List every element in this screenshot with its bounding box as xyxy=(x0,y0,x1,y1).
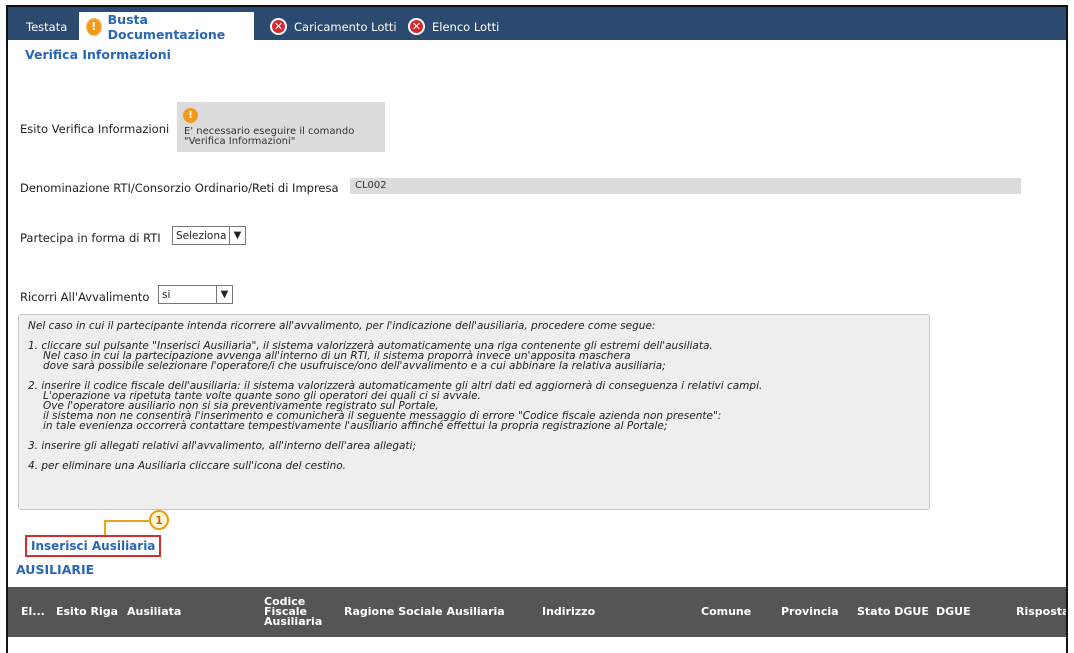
instruction-step-4: 4. per eliminare una Ausiliaria cliccare… xyxy=(28,460,920,472)
callout-badge: 1 xyxy=(149,510,169,530)
ausiliarie-title: AUSILIARIE xyxy=(16,562,95,577)
column-header[interactable]: Stato DGUE xyxy=(857,587,929,637)
tab-label: Busta Documentazione xyxy=(107,11,226,42)
avvalimento-label: Ricorri All'Avvalimento xyxy=(20,290,150,304)
insert-ausiliaria-link[interactable]: Inserisci Ausiliaria xyxy=(25,535,162,557)
tab-caricamento-lotti[interactable]: ✕ Caricamento Lotti xyxy=(262,13,405,40)
column-header[interactable]: Comune xyxy=(701,587,751,637)
main-frame: Testata ! Busta Documentazione ✕ Caricam… xyxy=(6,5,1068,653)
error-icon: ✕ xyxy=(408,18,425,35)
tab-label: Elenco Lotti xyxy=(432,19,500,34)
denominazione-field[interactable]: CL002 xyxy=(350,178,1021,194)
denominazione-label: Denominazione RTI/Consorzio Ordinario/Re… xyxy=(20,181,339,195)
warning-icon: ! xyxy=(183,108,198,123)
esito-message-line: "Verifica Informazioni" xyxy=(184,136,296,147)
column-header[interactable]: El... xyxy=(21,587,45,637)
rti-selected-value: Seleziona xyxy=(176,229,227,242)
tab-testata[interactable]: Testata xyxy=(18,13,75,40)
rti-label: Partecipa in forma di RTI xyxy=(20,231,161,245)
instructions-box: Nel caso in cui il partecipante intenda … xyxy=(18,314,930,510)
avvalimento-select[interactable]: si ▼ xyxy=(158,285,233,304)
column-header[interactable]: Esito Riga xyxy=(56,587,118,637)
esito-message: E' necessario eseguire il comando "Verif… xyxy=(184,127,354,147)
instruction-step-3: 3. inserire gli allegati relativi all'av… xyxy=(28,440,920,452)
instruction-step-2: 2. inserire il codice fiscale dell'ausil… xyxy=(28,381,920,432)
rti-select[interactable]: Seleziona ▼ xyxy=(172,226,246,245)
instruction-line: dove sarà possibile selezionare l'operat… xyxy=(43,360,666,372)
tab-label: Caricamento Lotti xyxy=(294,19,397,34)
instructions-intro: Nel caso in cui il partecipante intenda … xyxy=(28,320,656,332)
tab-bar: Testata ! Busta Documentazione ✕ Caricam… xyxy=(8,7,1066,42)
tab-label: Testata xyxy=(26,19,68,34)
instruction-step-1: 1. cliccare sul pulsante "Inserisci Ausi… xyxy=(28,341,920,372)
callout-connector xyxy=(104,520,106,535)
column-header[interactable]: Provincia xyxy=(781,587,839,637)
column-header[interactable]: Risposta xyxy=(1016,587,1066,637)
warning-icon: ! xyxy=(87,18,101,35)
column-header[interactable]: Indirizzo xyxy=(542,587,595,637)
callout-connector xyxy=(104,520,149,522)
esito-label: Esito Verifica Informazioni xyxy=(20,122,170,136)
section-title: Verifica Informazioni xyxy=(25,47,171,62)
column-header[interactable]: Codice Fiscale Ausiliaria xyxy=(264,587,324,637)
instruction-line: 4. per eliminare una Ausiliaria cliccare… xyxy=(28,460,346,472)
chevron-down-icon: ▼ xyxy=(229,227,245,244)
column-header[interactable]: Ausiliata xyxy=(127,587,181,637)
column-header[interactable]: Ragione Sociale Ausiliaria xyxy=(344,587,505,637)
esito-status-box: ! E' necessario eseguire il comando "Ver… xyxy=(177,102,385,152)
error-icon: ✕ xyxy=(270,18,287,35)
tab-elenco-lotti[interactable]: ✕ Elenco Lotti xyxy=(400,13,507,40)
instruction-line: in tale evenienza occorrerà contattare t… xyxy=(43,420,668,432)
chevron-down-icon: ▼ xyxy=(216,286,232,303)
tab-busta-documentazione[interactable]: ! Busta Documentazione xyxy=(79,11,254,42)
ausiliarie-table-header: El... Esito Riga Ausiliata Codice Fiscal… xyxy=(8,587,1066,637)
avvalimento-selected-value: si xyxy=(162,288,171,301)
column-header[interactable]: DGUE xyxy=(936,587,971,637)
instruction-line: 3. inserire gli allegati relativi all'av… xyxy=(28,440,416,452)
